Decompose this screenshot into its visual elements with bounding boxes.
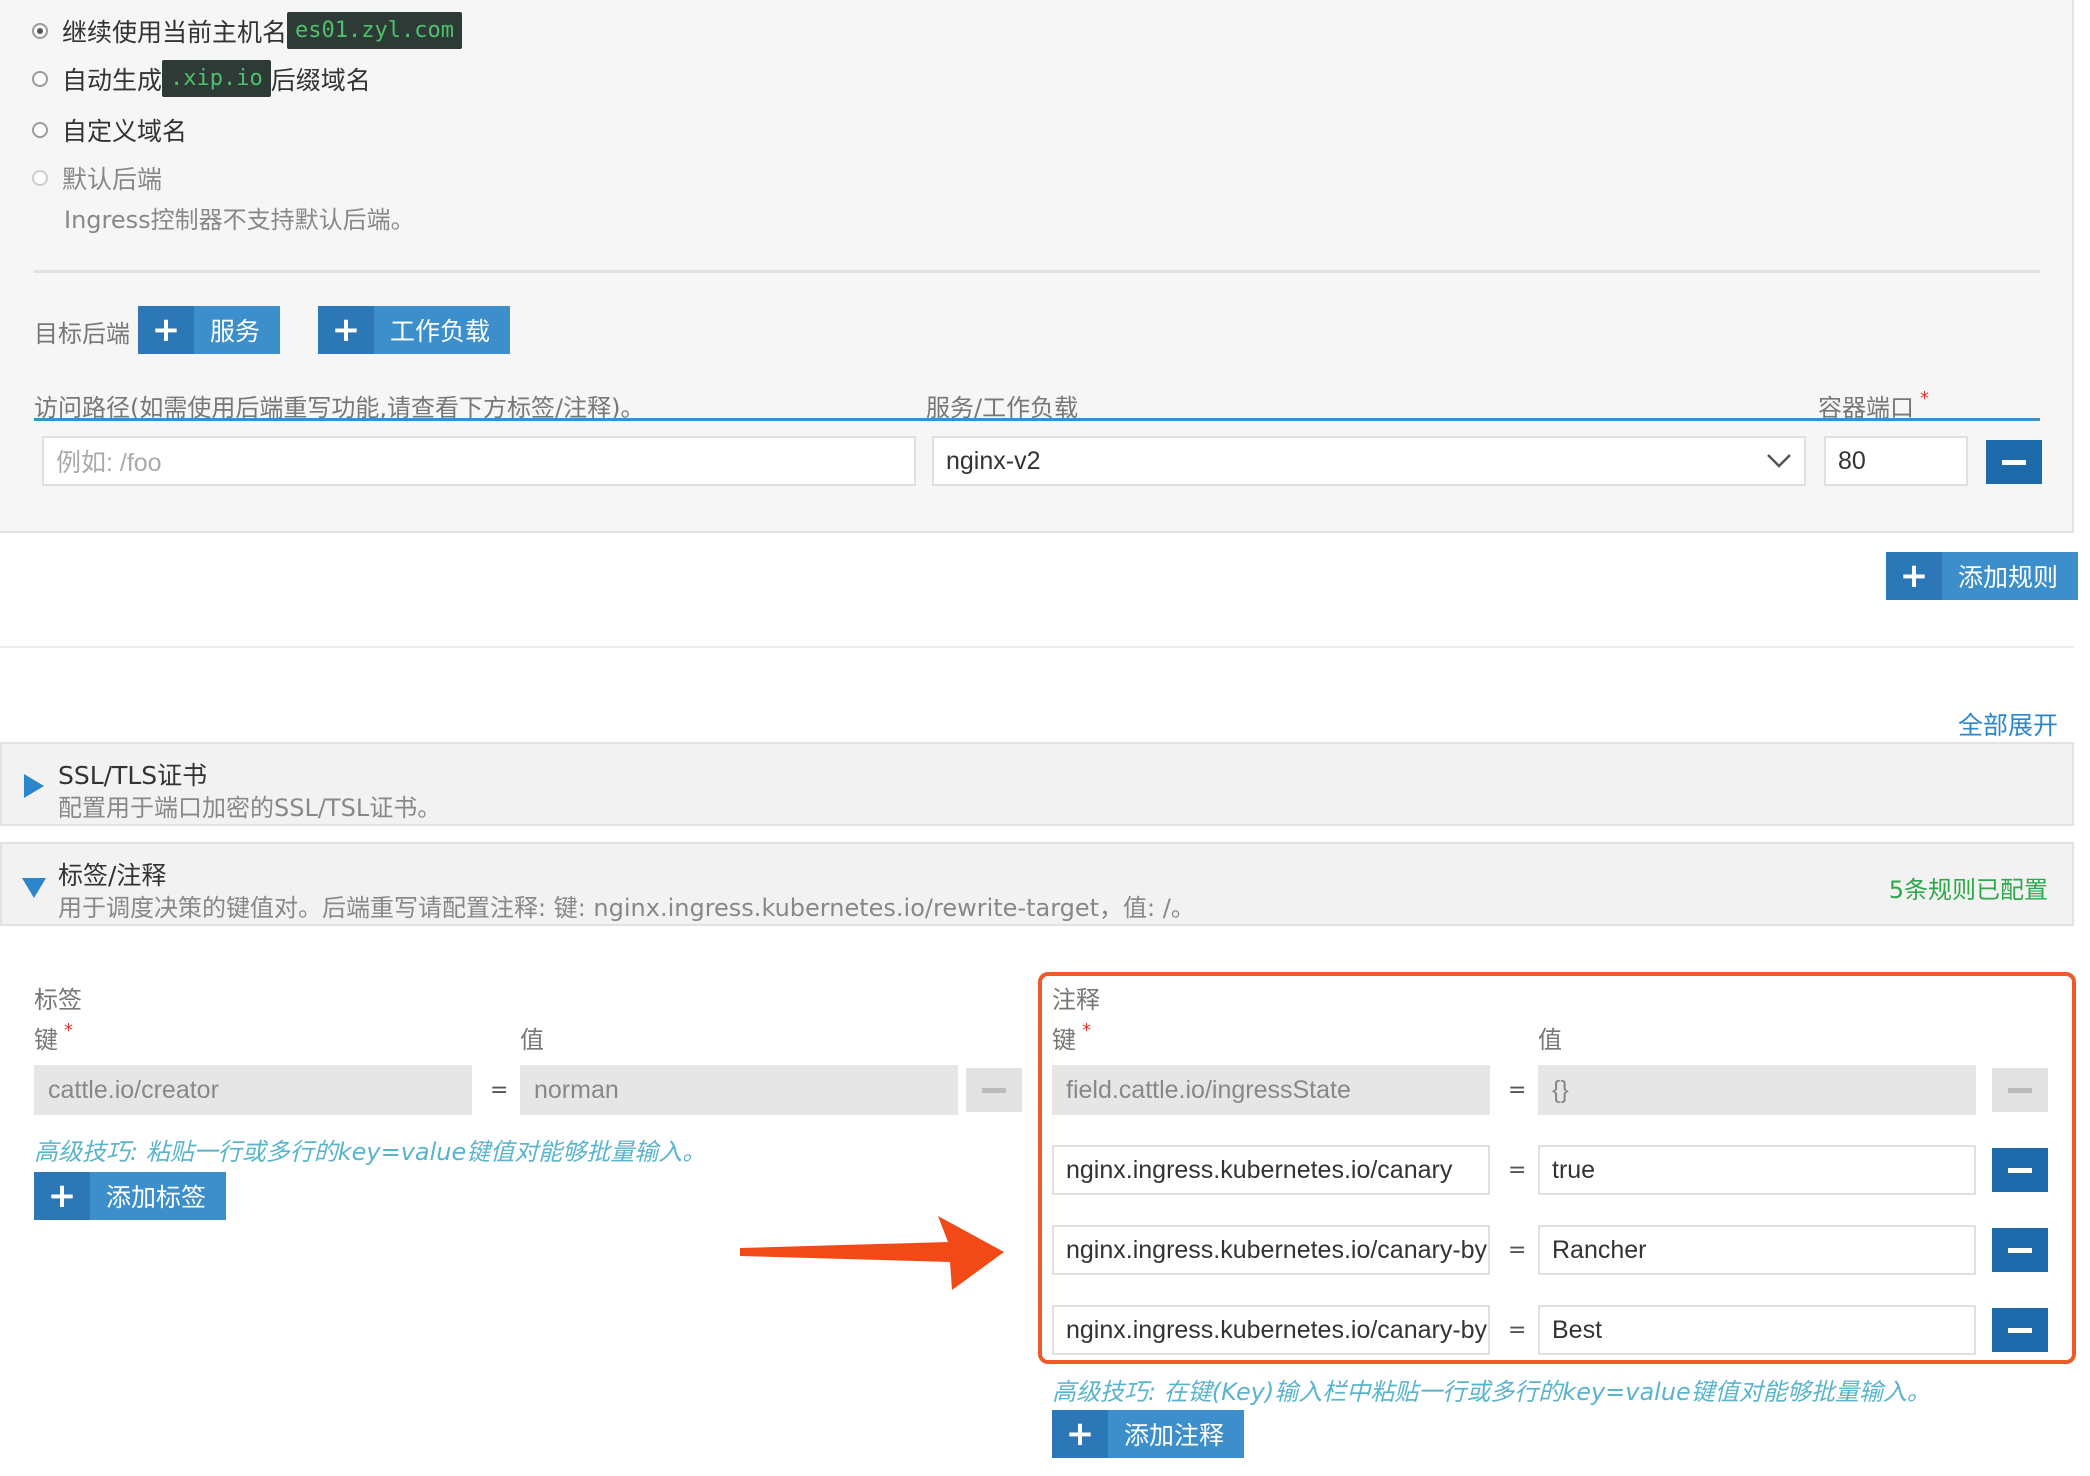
hostname-auto-label-pre: 自动生成 — [62, 65, 163, 95]
labels-tip: 高级技巧: 粘贴一行或多行的key=value键值对能够批量输入。 — [34, 1138, 707, 1166]
minus-icon — [2002, 459, 2026, 465]
remove-rule-button[interactable] — [1986, 440, 2042, 484]
equals-sign: = — [1508, 1238, 1527, 1263]
labels-panel-header[interactable]: 标签/注释 用于调度决策的键值对。后端重写请配置注释: 键: nginx.ing… — [0, 842, 2074, 926]
labels-heading: 标签 — [34, 986, 82, 1014]
hostname-option-auto[interactable]: 自动生成 .xip.io 后缀域名 — [32, 60, 371, 97]
annotation-key-input[interactable]: nginx.ingress.kubernetes.io/canary-by-he… — [1052, 1225, 1490, 1275]
equals-sign: = — [1508, 1318, 1527, 1343]
radio-checked-icon[interactable] — [32, 22, 48, 39]
add-annotation-button[interactable]: + 添加注释 — [1052, 1410, 1245, 1458]
target-backend-label: 目标后端 — [34, 320, 130, 348]
annotation-key-input[interactable]: field.cattle.io/ingressState — [1052, 1065, 1490, 1115]
remove-annotation-button[interactable] — [1992, 1068, 2048, 1112]
plus-icon: + — [1052, 1410, 1108, 1458]
service-select[interactable]: nginx-v2 — [932, 436, 1806, 486]
divider — [34, 270, 2040, 273]
annotation-value-input[interactable]: Best — [1538, 1305, 1976, 1355]
header-underline — [34, 418, 2040, 421]
annotation-value-input[interactable]: {} — [1538, 1065, 1976, 1115]
annotations-tip: 高级技巧: 在键(Key)输入栏中粘贴一行或多行的key=value键值对能够批… — [1052, 1378, 1931, 1406]
radio-disabled-icon — [32, 170, 48, 186]
plus-icon: + — [34, 1172, 90, 1220]
radio-icon[interactable] — [32, 122, 48, 138]
annotations-heading: 注释 — [1052, 986, 1100, 1014]
service-select-value: nginx-v2 — [946, 446, 1041, 475]
minus-icon — [2008, 1327, 2032, 1333]
hostname-option-custom[interactable]: 自定义域名 — [32, 112, 187, 148]
add-service-button[interactable]: + 服务 — [138, 306, 281, 354]
collapse-down-icon[interactable] — [22, 878, 46, 898]
path-input[interactable]: 例如: /foo — [42, 436, 916, 486]
ssl-panel[interactable]: SSL/TLS证书 配置用于端口加密的SSL/TSL证书。 — [0, 742, 2074, 826]
plus-icon: + — [318, 306, 374, 354]
ssl-panel-description: 配置用于端口加密的SSL/TSL证书。 — [58, 794, 442, 822]
rules-configured-status: 5条规则已配置 — [1888, 876, 2048, 904]
xip-code: .xip.io — [162, 60, 271, 97]
add-rule-button[interactable]: + 添加规则 — [1886, 552, 2079, 600]
annotations-key-header: 键 * — [1052, 1020, 1091, 1054]
hostname-auto-label-post: 后缀域名 — [270, 65, 371, 95]
minus-icon — [982, 1087, 1006, 1093]
minus-icon — [2008, 1247, 2032, 1253]
arrow-icon — [740, 1216, 1004, 1290]
add-label-button[interactable]: + 添加标签 — [34, 1172, 227, 1220]
remove-annotation-button[interactable] — [1992, 1148, 2048, 1192]
hostname-custom-label: 自定义域名 — [62, 117, 188, 146]
equals-sign: = — [1508, 1158, 1527, 1183]
remove-label-button[interactable] — [966, 1068, 1022, 1112]
annotation-key-input[interactable]: nginx.ingress.kubernetes.io/canary-by-he… — [1052, 1305, 1490, 1355]
annotation-value-input[interactable]: Rancher — [1538, 1225, 1976, 1275]
labels-panel-title: 标签/注释 — [58, 861, 167, 890]
chevron-down-icon — [1767, 454, 1791, 468]
equals-sign: = — [490, 1078, 509, 1103]
minus-icon — [2008, 1087, 2032, 1093]
labels-panel-description: 用于调度决策的键值对。后端重写请配置注释: 键: nginx.ingress.k… — [58, 894, 1195, 922]
default-backend-label: 默认后端 — [62, 165, 163, 194]
hostname-option-default: 默认后端 — [32, 160, 162, 196]
plus-icon: + — [1886, 552, 1942, 600]
equals-sign: = — [1508, 1078, 1527, 1103]
hostname-keep-label: 继续使用当前主机名 — [62, 17, 288, 47]
remove-annotation-button[interactable] — [1992, 1308, 2048, 1352]
label-value-input[interactable]: norman — [520, 1065, 958, 1115]
remove-annotation-button[interactable] — [1992, 1228, 2048, 1272]
port-input[interactable]: 80 — [1824, 436, 1968, 486]
minus-icon — [2008, 1167, 2032, 1173]
default-backend-note: Ingress控制器不支持默认后端。 — [64, 206, 415, 234]
annotation-value-input[interactable]: true — [1538, 1145, 1976, 1195]
annotations-value-header: 值 — [1538, 1026, 1562, 1054]
divider — [0, 646, 2074, 648]
labels-key-header: 键 * — [34, 1020, 73, 1054]
hostname-option-keep[interactable]: 继续使用当前主机名 es01.zyl.com — [32, 12, 462, 49]
radio-icon[interactable] — [32, 70, 48, 87]
add-workload-button[interactable]: + 工作负载 — [318, 306, 511, 354]
label-key-input[interactable]: cattle.io/creator — [34, 1065, 472, 1115]
expand-right-icon[interactable] — [24, 774, 44, 798]
hostname-code: es01.zyl.com — [287, 12, 462, 49]
labels-value-header: 值 — [520, 1026, 544, 1054]
expand-all-link[interactable]: 全部展开 — [1958, 706, 2058, 742]
plus-icon: + — [138, 306, 194, 354]
ssl-panel-title: SSL/TLS证书 — [58, 761, 208, 790]
annotation-key-input[interactable]: nginx.ingress.kubernetes.io/canary — [1052, 1145, 1490, 1195]
